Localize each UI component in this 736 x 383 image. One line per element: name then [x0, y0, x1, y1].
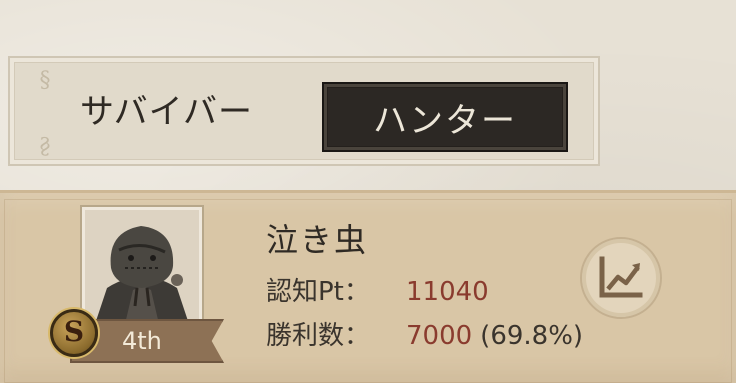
recognition-points-value: 11040	[406, 277, 489, 307]
tier-badge-icon: S	[50, 309, 98, 357]
wins-rate: (69.8%)	[480, 321, 584, 351]
tab-hunter[interactable]: ハンター	[322, 82, 568, 152]
stats-trend-button[interactable]	[580, 237, 662, 319]
tab-hunter-label: ハンター	[373, 100, 517, 141]
wins-value: 7000	[406, 321, 473, 351]
wins-label: 勝利数：	[266, 321, 371, 351]
corner-ornament-icon: §	[39, 133, 51, 158]
corner-ornament-icon: §	[39, 68, 51, 93]
character-name: 泣き虫	[266, 221, 369, 259]
wins-row: 勝利数： 7000 (69.8%)	[266, 315, 583, 352]
crybaby-hunter-portrait-icon	[85, 210, 199, 324]
line-chart-trend-icon	[599, 256, 643, 298]
role-tab-bar: § § サバイバー ハンター	[8, 56, 600, 166]
character-card: 4th S 泣き虫 認知Pt： 11040 勝利数： 7000 (69.8%)	[0, 190, 736, 383]
recognition-points-label: 認知Pt：	[266, 277, 370, 307]
tab-survivor[interactable]: サバイバー	[80, 84, 253, 140]
character-portrait[interactable]	[82, 207, 202, 327]
recognition-points-row: 認知Pt： 11040	[266, 271, 489, 308]
rank-label: 4th	[122, 327, 162, 355]
